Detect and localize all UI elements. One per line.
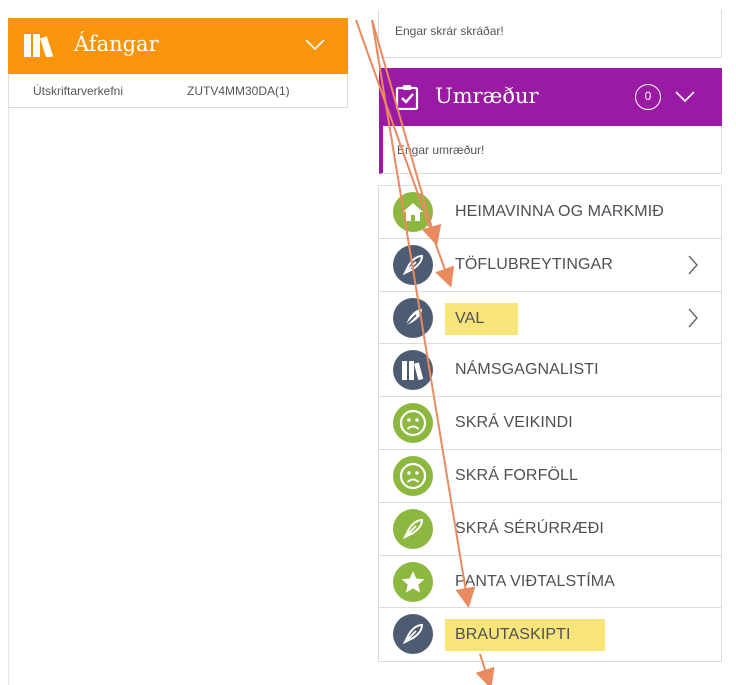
menu-item-toflubreytingar[interactable]: TÖFLUBREYTINGAR: [379, 239, 721, 292]
star-icon: [393, 561, 433, 602]
pen-icon: [393, 614, 433, 655]
chevron-down-icon[interactable]: [674, 90, 696, 109]
action-menu: HEIMAVINNA OG MARKMIÐ TÖFLUBREYTINGAR VA…: [378, 185, 722, 663]
menu-item-label: HEIMAVINNA OG MARKMIÐ: [455, 203, 664, 220]
pen-icon: [393, 244, 433, 285]
pen-icon: [393, 297, 433, 338]
menu-item-label: PANTA VIÐTALSTÍMA: [455, 572, 615, 590]
menu-item-skra-forfoll[interactable]: SKRÁ FORFÖLL: [379, 450, 721, 503]
menu-item-brautaskipti[interactable]: BRAUTASKIPTI: [379, 608, 721, 661]
chevron-right-icon: [687, 254, 699, 281]
course-name: Útskriftarverkefni: [33, 84, 124, 98]
afangar-title: Áfangar: [74, 32, 159, 56]
home-icon: [393, 192, 433, 232]
umraedur-header[interactable]: Umræður 0: [379, 68, 722, 126]
sad-face-icon: [393, 403, 433, 444]
umraedur-empty-text: Engar umræður!: [397, 143, 485, 157]
menu-item-label: BRAUTASKIPTI: [445, 619, 605, 652]
menu-item-label: SKRÁ VEIKINDI: [455, 414, 573, 432]
chevron-right-icon: [687, 307, 699, 334]
menu-item-label: VAL: [445, 302, 519, 335]
menu-item-skra-serurraedi[interactable]: SKRÁ SÉRÚRRÆÐI: [379, 503, 721, 556]
umraedur-title: Umræður: [435, 84, 539, 108]
menu-item-skra-veikindi[interactable]: SKRÁ VEIKINDI: [379, 397, 721, 450]
course-row[interactable]: Útskriftarverkefni ZUTV4MM30DA(1): [8, 74, 348, 108]
umraedur-panel: Engar umræður!: [379, 126, 722, 174]
afangar-header[interactable]: Áfangar: [8, 18, 348, 74]
books-icon: [393, 350, 433, 391]
menu-item-label: SKRÁ FORFÖLL: [455, 466, 579, 484]
files-panel: Engar skrár skráðar!: [378, 10, 722, 58]
clipboard-check-icon: [395, 84, 419, 115]
chevron-down-icon[interactable]: [304, 38, 326, 57]
files-empty-text: Engar skrár skráðar!: [395, 24, 504, 38]
pen-icon: [393, 508, 433, 549]
menu-item-label: NÁMSGAGNALISTI: [455, 361, 599, 379]
count-badge: 0: [635, 84, 661, 110]
divider: [8, 108, 9, 685]
course-code: ZUTV4MM30DA(1): [187, 84, 290, 98]
menu-item-heimavinna[interactable]: HEIMAVINNA OG MARKMIÐ: [379, 186, 721, 239]
menu-item-panta-vidtalstima[interactable]: PANTA VIÐTALSTÍMA: [379, 556, 721, 609]
books-icon: [24, 33, 62, 62]
sad-face-icon: [393, 455, 433, 496]
menu-item-label: TÖFLUBREYTINGAR: [455, 255, 613, 273]
menu-item-label: SKRÁ SÉRÚRRÆÐI: [455, 519, 604, 537]
menu-item-val[interactable]: VAL: [379, 292, 721, 345]
menu-item-namsgagnalisti[interactable]: NÁMSGAGNALISTI: [379, 344, 721, 398]
